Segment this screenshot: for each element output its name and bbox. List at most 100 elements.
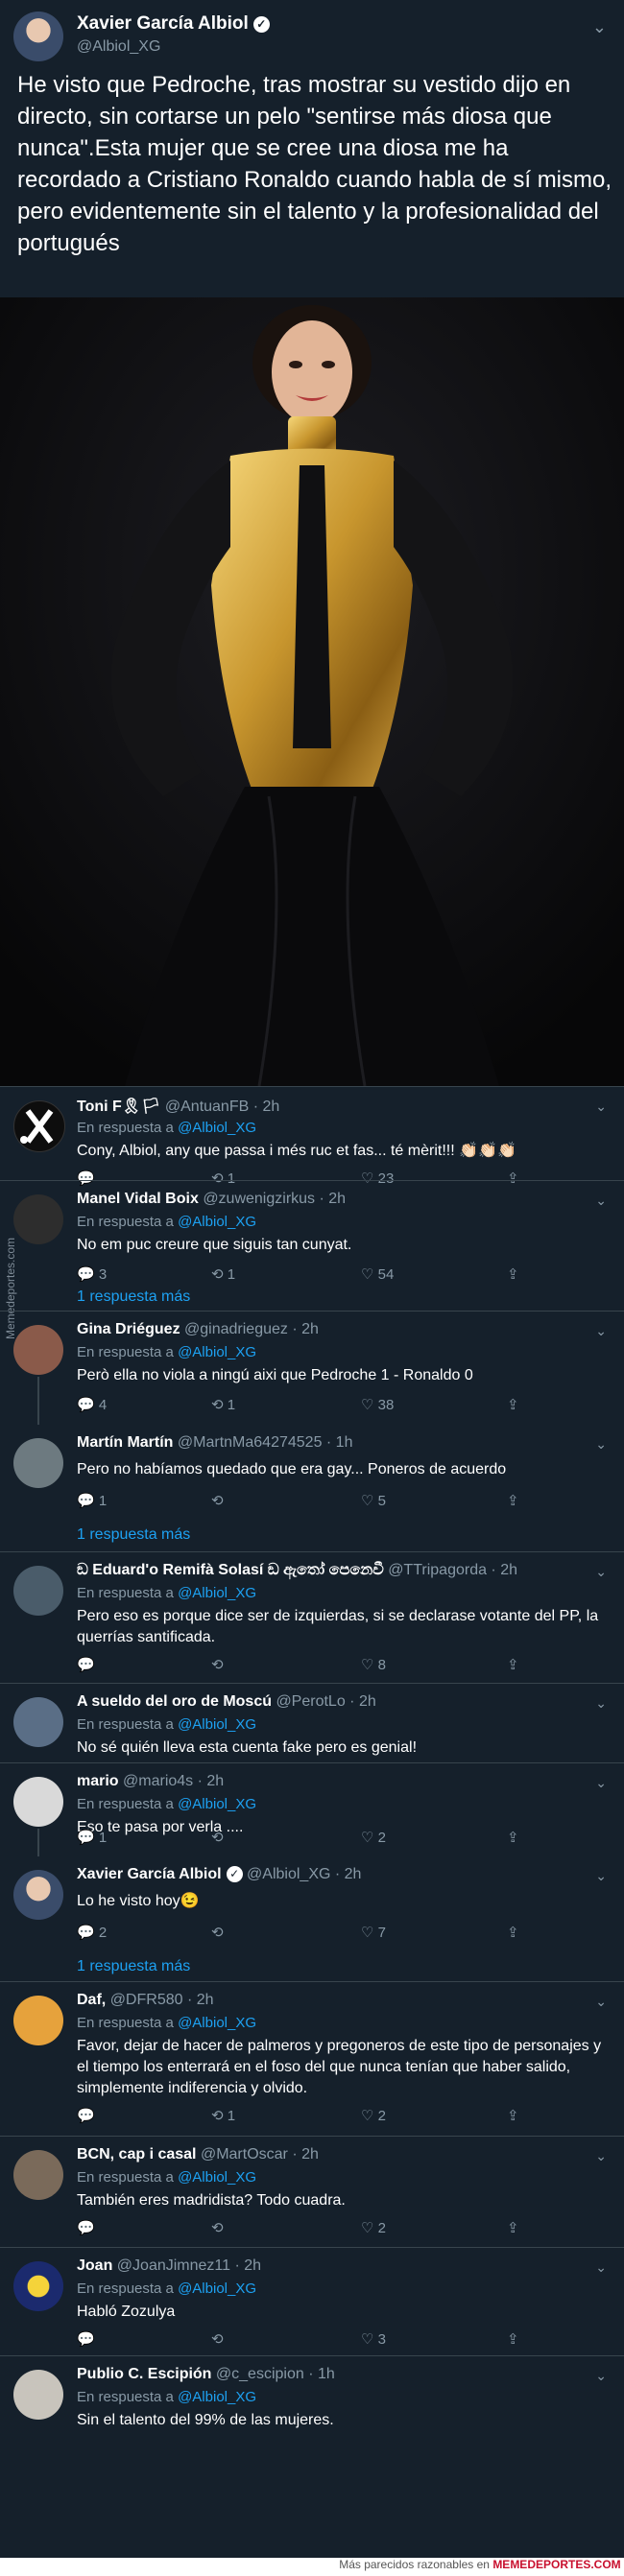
share-icon[interactable]: ⇪ — [507, 1924, 519, 1941]
reply-button[interactable]: 💬 — [77, 1656, 95, 1673]
share-icon[interactable]: ⇪ — [507, 1829, 519, 1846]
author-name[interactable]: Xavier García Albiol ✓ — [77, 13, 270, 35]
like-button[interactable]: ♡ 2 — [361, 2107, 386, 2124]
reply-author[interactable]: A sueldo del oro de Moscú @PerotLo · 2h — [77, 1693, 376, 1711]
reply-author[interactable]: Toni F🎗🏳 @AntuanFB · 2h — [77, 1097, 279, 1116]
reply-author[interactable]: Gina Driéguez @ginadrieguez · 2h — [77, 1321, 319, 1338]
reply-button[interactable]: 💬 — [77, 2107, 95, 2124]
retweet-button[interactable]: ⟲ 1 — [211, 1265, 235, 1283]
reply-button[interactable]: 💬 3 — [77, 1265, 107, 1283]
chevron-down-icon[interactable]: ⌄ — [595, 1868, 607, 1884]
chevron-down-icon[interactable]: ⌄ — [595, 1994, 607, 2010]
action-bar: 💬 ⟲ ♡ 2 ⇪ — [77, 2219, 595, 2238]
reply-item[interactable]: Gina Driéguez @ginadrieguez · 2h ⌄ En re… — [0, 1311, 624, 1425]
retweet-button[interactable]: ⟲ — [211, 1924, 224, 1941]
share-icon[interactable]: ⇪ — [507, 1265, 519, 1283]
retweet-button[interactable]: ⟲ — [211, 1829, 224, 1846]
reply-item[interactable]: Joan @JoanJimnez11 · 2h ⌄ En respuesta a… — [0, 2247, 624, 2355]
author-avatar[interactable] — [13, 12, 63, 61]
avatar[interactable] — [13, 2370, 63, 2420]
like-button[interactable]: ♡ 8 — [361, 1656, 386, 1673]
reply-button[interactable]: 💬 — [77, 2330, 95, 2348]
reply-author[interactable]: ඞ Eduard'o Remifà Solasí ඞ ඇතෝ පෙනෙවී @T… — [77, 1562, 517, 1579]
avatar[interactable] — [13, 2261, 63, 2311]
reply-author[interactable]: Manel Vidal Boix @zuwenigzirkus · 2h — [77, 1191, 346, 1208]
reply-item[interactable]: Publio C. Escipión @c_escipion · 1h ⌄ En… — [0, 2355, 624, 2452]
avatar[interactable] — [13, 1996, 63, 2045]
avatar[interactable] — [13, 2150, 63, 2200]
reply-item[interactable]: A sueldo del oro de Moscú @PerotLo · 2h … — [0, 1683, 624, 1762]
retweet-button[interactable]: ⟲ — [211, 2330, 224, 2348]
like-button[interactable]: ♡ 5 — [361, 1492, 386, 1509]
share-icon[interactable]: ⇪ — [507, 1656, 519, 1673]
chevron-down-icon[interactable]: ⌄ — [592, 17, 607, 37]
like-button[interactable]: ♡ 54 — [361, 1265, 394, 1283]
verified-icon: ✓ — [226, 1866, 243, 1882]
like-button[interactable]: ♡ 3 — [361, 2330, 386, 2348]
chevron-down-icon[interactable]: ⌄ — [595, 1436, 607, 1453]
like-button[interactable]: ♡ 2 — [361, 2219, 386, 2236]
avatar[interactable] — [13, 1870, 63, 1920]
chevron-down-icon[interactable]: ⌄ — [595, 1323, 607, 1339]
retweet-button[interactable]: ⟲ — [211, 1492, 224, 1509]
reply-item[interactable]: BCN, cap i casal @MartOscar · 2h ⌄ En re… — [0, 2136, 624, 2247]
like-button[interactable]: ♡ 7 — [361, 1924, 386, 1941]
share-icon[interactable]: ⇪ — [507, 1396, 519, 1413]
avatar[interactable] — [13, 1194, 63, 1244]
retweet-button[interactable]: ⟲ 1 — [211, 1396, 235, 1413]
reply-context: En respuesta a @Albiol_XG — [77, 2015, 257, 2031]
reply-author[interactable]: BCN, cap i casal @MartOscar · 2h — [77, 2146, 319, 2163]
reply-text: Però ella no viola a ningú aixi que Pedr… — [77, 1367, 473, 1383]
reply-author[interactable]: Xavier García Albiol ✓ @Albiol_XG · 2h — [77, 1866, 361, 1883]
reply-author[interactable]: mario @mario4s · 2h — [77, 1773, 224, 1790]
reply-button[interactable]: 💬 — [77, 2219, 95, 2236]
chevron-down-icon[interactable]: ⌄ — [595, 2259, 607, 2276]
like-button[interactable]: ♡ 38 — [361, 1396, 394, 1413]
retweet-button[interactable]: ⟲ 1 — [211, 2107, 235, 2124]
author-handle[interactable]: @Albiol_XG — [77, 38, 160, 56]
reply-item[interactable]: Martín Martín @MartnMa64274525 · 1h ⌄ Pe… — [0, 1425, 624, 1551]
chevron-down-icon[interactable]: ⌄ — [595, 1564, 607, 1580]
reply-author[interactable]: Martín Martín @MartnMa64274525 · 1h — [77, 1434, 352, 1452]
reply-context: En respuesta a @Albiol_XG — [77, 1120, 257, 1136]
share-icon[interactable]: ⇪ — [507, 2330, 519, 2348]
tweet-photo[interactable] — [0, 297, 624, 1086]
reply-author[interactable]: Daf, @DFR580 · 2h — [77, 1992, 214, 2009]
reply-item[interactable]: Xavier García Albiol ✓ @Albiol_XG · 2h ⌄ … — [0, 1856, 624, 1981]
retweet-button[interactable]: ⟲ — [211, 1656, 224, 1673]
chevron-down-icon[interactable]: ⌄ — [595, 1695, 607, 1712]
action-bar: 💬 1 ⟲ ♡ 2 ⇪ — [77, 1829, 595, 1848]
chevron-down-icon[interactable]: ⌄ — [595, 1193, 607, 1209]
brand-link[interactable]: MEMEDEPORTES.COM — [492, 2558, 620, 2571]
avatar[interactable] — [13, 1697, 63, 1747]
show-more-replies-link[interactable]: 1 respuesta más — [77, 1526, 190, 1544]
show-more-replies-link[interactable]: 1 respuesta más — [77, 1288, 190, 1306]
chevron-down-icon[interactable]: ⌄ — [595, 1099, 607, 1115]
avatar[interactable] — [13, 1325, 63, 1375]
share-icon[interactable]: ⇪ — [507, 2107, 519, 2124]
avatar[interactable] — [13, 1777, 63, 1827]
reply-author[interactable]: Publio C. Escipión @c_escipion · 1h — [77, 2366, 335, 2383]
reply-item[interactable]: Daf, @DFR580 · 2h ⌄ En respuesta a @Albi… — [0, 1981, 624, 2136]
reply-author[interactable]: Joan @JoanJimnez11 · 2h — [77, 2257, 261, 2275]
reply-item[interactable]: mario @mario4s · 2h ⌄ En respuesta a @Al… — [0, 1762, 624, 1856]
avatar[interactable] — [13, 1100, 65, 1152]
reply-item[interactable]: ඞ Eduard'o Remifà Solasí ඞ ඇතෝ පෙනෙවී @T… — [0, 1551, 624, 1683]
reply-button[interactable]: 💬 2 — [77, 1924, 107, 1941]
reply-button[interactable]: 💬 1 — [77, 1829, 107, 1846]
reply-item[interactable]: Toni F🎗🏳 @AntuanFB · 2h ⌄ En respuesta a… — [0, 1086, 624, 1187]
like-button[interactable]: ♡ 2 — [361, 1829, 386, 1846]
share-icon[interactable]: ⇪ — [507, 1492, 519, 1509]
avatar[interactable] — [13, 1566, 63, 1616]
chevron-down-icon[interactable]: ⌄ — [595, 2368, 607, 2384]
share-icon[interactable]: ⇪ — [507, 2219, 519, 2236]
reply-item[interactable]: Manel Vidal Boix @zuwenigzirkus · 2h ⌄ E… — [0, 1180, 624, 1311]
reply-context: En respuesta a @Albiol_XG — [77, 2169, 257, 2186]
chevron-down-icon[interactable]: ⌄ — [595, 1775, 607, 1791]
show-more-replies-link[interactable]: 1 respuesta más — [77, 1958, 190, 1975]
chevron-down-icon[interactable]: ⌄ — [595, 2148, 607, 2164]
reply-button[interactable]: 💬 4 — [77, 1396, 107, 1413]
avatar[interactable] — [13, 1438, 63, 1488]
reply-button[interactable]: 💬 1 — [77, 1492, 107, 1509]
retweet-button[interactable]: ⟲ — [211, 2219, 224, 2236]
